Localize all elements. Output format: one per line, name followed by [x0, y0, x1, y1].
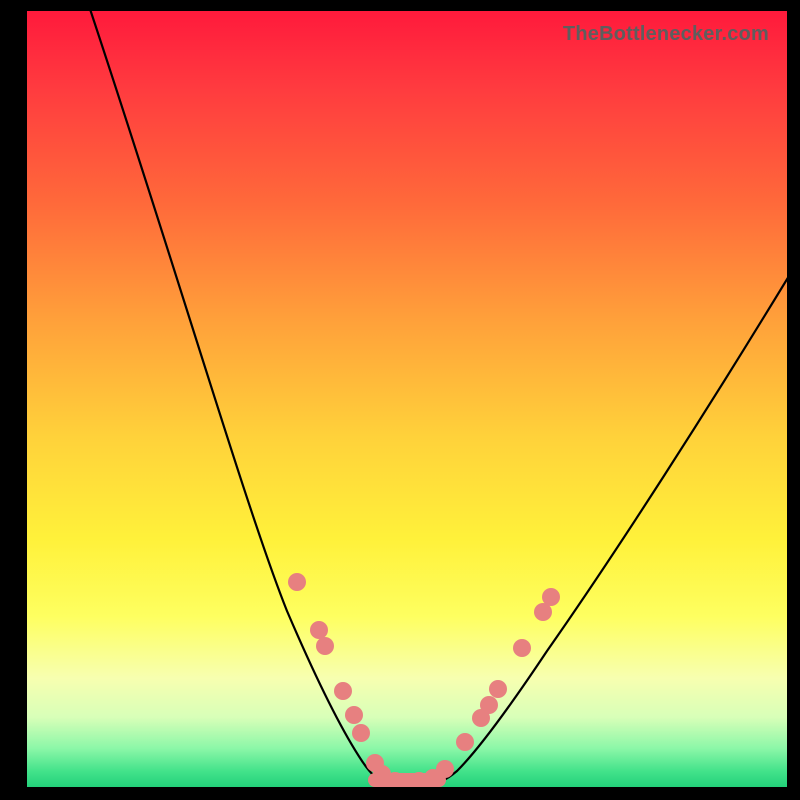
- highlight-dot: [288, 573, 306, 591]
- highlight-dot: [513, 639, 531, 657]
- dots-group: [288, 573, 560, 787]
- highlight-dot: [480, 696, 498, 714]
- highlight-dot: [345, 706, 363, 724]
- plot-area: TheBottlenecker.com: [27, 11, 787, 787]
- highlight-dot: [310, 621, 328, 639]
- highlight-dot: [436, 760, 454, 778]
- highlight-dot: [334, 682, 352, 700]
- highlight-dot: [316, 637, 334, 655]
- highlight-dot: [456, 733, 474, 751]
- left-curve: [89, 11, 387, 784]
- curves-svg: [27, 11, 787, 787]
- chart-stage: TheBottlenecker.com: [0, 0, 800, 800]
- highlight-dot: [352, 724, 370, 742]
- highlight-dot: [489, 680, 507, 698]
- highlight-dot: [542, 588, 560, 606]
